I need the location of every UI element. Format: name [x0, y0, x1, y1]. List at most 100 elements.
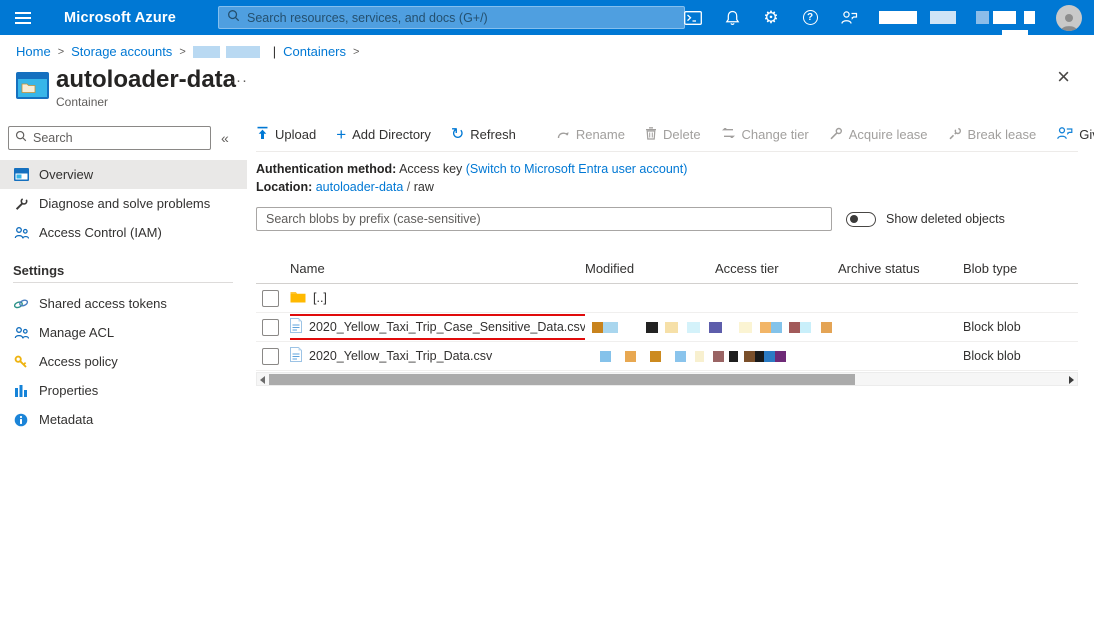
topbar: Microsoft Azure Search resources, servic…: [0, 0, 1094, 35]
sidebar-item-properties[interactable]: Properties: [0, 376, 247, 405]
people-icon: [13, 325, 29, 341]
sidebar-item-shared-access-tokens[interactable]: Shared access tokens: [0, 289, 247, 318]
switch-auth-link[interactable]: (Switch to Microsoft Entra user account): [466, 162, 688, 176]
blob-name[interactable]: 2020_Yellow_Taxi_Trip_Case_Sensitive_Dat…: [309, 320, 585, 334]
scroll-right-arrow-icon[interactable]: [1069, 376, 1074, 384]
show-deleted-label: Show deleted objects: [886, 212, 1005, 226]
row-checkbox[interactable]: [262, 290, 279, 307]
file-icon: [290, 347, 302, 365]
change-tier-button[interactable]: Change tier: [721, 127, 809, 142]
blob-name[interactable]: 2020_Yellow_Taxi_Trip_Data.csv: [309, 349, 492, 363]
column-header-name[interactable]: Name: [290, 261, 585, 276]
redacted-row-details: [585, 313, 963, 341]
blob-table: Name Modified Access tier Archive status…: [256, 253, 1078, 386]
give-feedback-button[interactable]: Give feedback: [1056, 126, 1094, 143]
sidebar-search-input[interactable]: Search: [8, 126, 211, 150]
page-title: autoloader-data: [56, 66, 236, 94]
break-lease-icon: [948, 127, 962, 143]
table-row[interactable]: 2020_Yellow_Taxi_Trip_Case_Sensitive_Dat…: [256, 313, 1078, 342]
container-icon: [16, 72, 49, 104]
global-search-placeholder: Search resources, services, and docs (G+…: [247, 11, 488, 25]
plus-icon: +: [336, 126, 346, 143]
folder-icon: [290, 290, 306, 306]
cloud-shell-icon[interactable]: [684, 9, 702, 27]
show-deleted-toggle[interactable]: [846, 212, 876, 227]
blade-info: Authentication method: Access key (Switc…: [256, 161, 1078, 196]
table-header-row: Name Modified Access tier Archive status…: [256, 253, 1078, 284]
help-icon[interactable]: ?: [801, 9, 819, 27]
column-header-modified[interactable]: Modified: [585, 261, 715, 276]
account-avatar[interactable]: [1056, 5, 1082, 31]
redacted-storage-account-name: [193, 46, 260, 58]
lease-icon: [829, 127, 843, 143]
sidebar: Search « Overview Diagnose and solve pro…: [0, 118, 247, 638]
divider: [256, 151, 1078, 152]
filter-row: Show deleted objects: [256, 207, 1078, 231]
breadcrumb-home[interactable]: Home: [16, 44, 51, 59]
sidebar-item-access-control-iam[interactable]: Access Control (IAM): [0, 218, 247, 247]
sidebar-item-metadata[interactable]: Metadata: [0, 405, 247, 434]
topbar-actions: ⚙ ?: [684, 0, 1094, 35]
feedback-icon[interactable]: [840, 9, 858, 27]
add-directory-button[interactable]: + Add Directory: [336, 126, 431, 143]
upload-icon: [256, 126, 269, 143]
acquire-lease-button[interactable]: Acquire lease: [829, 127, 928, 143]
global-search-input[interactable]: Search resources, services, and docs (G+…: [218, 6, 685, 29]
upload-button[interactable]: Upload: [256, 126, 316, 143]
column-header-blob-type[interactable]: Blob type: [963, 261, 1078, 276]
sidebar-item-access-policy[interactable]: Access policy: [0, 347, 247, 376]
horizontal-scrollbar[interactable]: [256, 372, 1078, 386]
breadcrumb: Home > Storage accounts > | Containers >: [16, 44, 359, 59]
row-checkbox[interactable]: [262, 319, 279, 336]
column-header-access-tier[interactable]: Access tier: [715, 261, 838, 276]
location-label: Location:: [256, 180, 312, 194]
auth-method-value: Access key: [399, 162, 462, 176]
people-icon: [13, 225, 29, 241]
info-icon: [13, 412, 29, 428]
redacted-account-info: [879, 11, 1035, 24]
blob-type-value: Block blob: [963, 349, 1078, 363]
breadcrumb-storage-accounts[interactable]: Storage accounts: [71, 44, 172, 59]
rename-icon: [556, 127, 570, 143]
sidebar-item-overview[interactable]: Overview: [0, 160, 247, 189]
row-checkbox[interactable]: [262, 348, 279, 365]
close-blade-icon[interactable]: ×: [1057, 66, 1070, 88]
scrollbar-thumb[interactable]: [269, 374, 855, 385]
swap-arrows-icon: [721, 127, 736, 142]
notifications-bell-icon[interactable]: [723, 9, 741, 27]
sidebar-item-diagnose[interactable]: Diagnose and solve problems: [0, 189, 247, 218]
column-header-archive-status[interactable]: Archive status: [838, 261, 963, 276]
settings-heading: Settings: [13, 263, 247, 278]
location-container-link[interactable]: autoloader-data: [316, 180, 404, 194]
key-icon: [13, 354, 29, 370]
main-content: Upload + Add Directory ↻ Refresh Rename: [256, 118, 1078, 386]
settings-gear-icon[interactable]: ⚙: [762, 9, 780, 27]
table-row[interactable]: 2020_Yellow_Taxi_Trip_Data.csv Block blo…: [256, 342, 1078, 371]
toolbar: Upload + Add Directory ↻ Refresh Rename: [256, 118, 1078, 151]
blob-prefix-search-input[interactable]: [256, 207, 832, 231]
blob-name[interactable]: [..]: [313, 291, 327, 305]
azure-portal-window: Microsoft Azure Search resources, servic…: [0, 0, 1094, 638]
breadcrumb-containers[interactable]: Containers: [283, 44, 346, 59]
search-icon: [15, 129, 27, 147]
redacted-block: [1002, 30, 1028, 35]
refresh-button[interactable]: ↻ Refresh: [451, 127, 516, 143]
scroll-left-arrow-icon[interactable]: [260, 376, 265, 384]
table-row[interactable]: [..]: [256, 284, 1078, 313]
file-icon: [290, 318, 302, 336]
more-options-icon[interactable]: ···: [230, 72, 248, 89]
refresh-icon: ↻: [451, 127, 464, 143]
highlight-red-box: 2020_Yellow_Taxi_Trip_Case_Sensitive_Dat…: [290, 314, 585, 340]
trash-icon: [645, 126, 657, 143]
sidebar-item-manage-acl[interactable]: Manage ACL: [0, 318, 247, 347]
divider: [13, 282, 233, 283]
break-lease-button[interactable]: Break lease: [948, 127, 1037, 143]
delete-button[interactable]: Delete: [645, 126, 701, 143]
rename-button[interactable]: Rename: [556, 127, 625, 143]
bars-icon: [13, 383, 29, 399]
hamburger-menu-icon[interactable]: [0, 12, 46, 24]
auth-method-label: Authentication method:: [256, 162, 396, 176]
azure-logo[interactable]: Microsoft Azure: [64, 10, 176, 26]
collapse-sidebar-icon[interactable]: «: [221, 130, 229, 146]
wrench-icon: [13, 196, 29, 212]
